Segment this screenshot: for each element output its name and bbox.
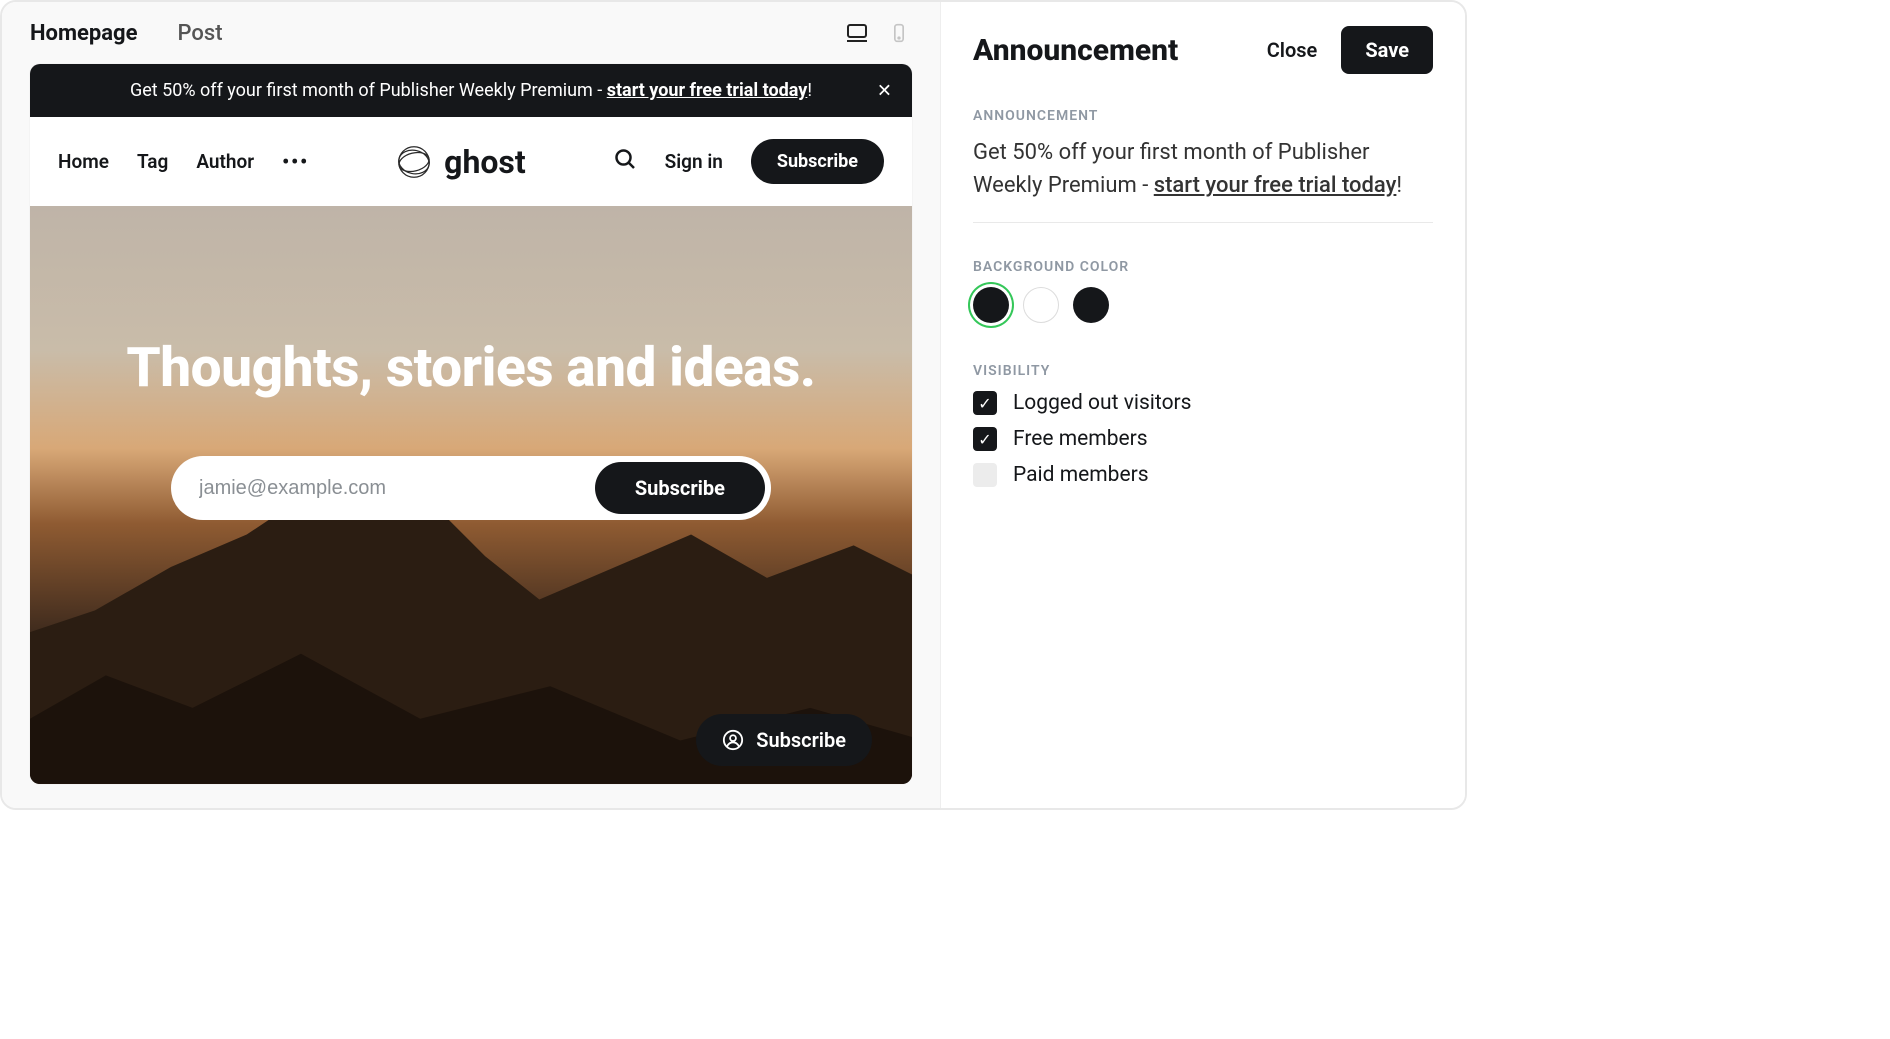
bg-swatch-dark[interactable] bbox=[1073, 287, 1109, 323]
search-icon[interactable] bbox=[613, 147, 637, 176]
visibility-logged-out[interactable]: ✓ Logged out visitors bbox=[973, 391, 1433, 415]
section-label-bg: BACKGROUND COLOR bbox=[973, 259, 1433, 275]
panel-title: Announcement bbox=[973, 33, 1178, 68]
subscribe-button[interactable]: Subscribe bbox=[751, 139, 884, 184]
announcement-link[interactable]: start your free trial today bbox=[607, 80, 808, 101]
subscribe-form: Subscribe bbox=[171, 456, 771, 520]
announcement-editor[interactable]: Get 50% off your first month of Publishe… bbox=[973, 136, 1433, 223]
announcement-text: Get 50% off your first month of Publishe… bbox=[130, 80, 607, 101]
desktop-icon[interactable] bbox=[844, 20, 870, 46]
site-preview: Get 50% off your first month of Publishe… bbox=[30, 64, 912, 784]
visibility-paid-members[interactable]: Paid members bbox=[973, 463, 1433, 487]
close-button[interactable]: Close bbox=[1267, 38, 1318, 62]
checkbox-icon: ✓ bbox=[973, 391, 997, 415]
bg-swatch-accent[interactable] bbox=[973, 287, 1009, 323]
email-input[interactable] bbox=[177, 462, 595, 514]
tab-homepage[interactable]: Homepage bbox=[30, 21, 138, 46]
hero-section: Thoughts, stories and ideas. Subscribe S… bbox=[30, 206, 912, 784]
brand-name: ghost bbox=[444, 143, 526, 181]
bg-swatch-light[interactable] bbox=[1023, 287, 1059, 323]
user-icon bbox=[722, 729, 744, 751]
close-icon[interactable]: ✕ bbox=[877, 80, 892, 101]
announcement-bar: Get 50% off your first month of Publishe… bbox=[30, 64, 912, 117]
nav-tag[interactable]: Tag bbox=[137, 150, 168, 173]
tab-post[interactable]: Post bbox=[178, 21, 223, 46]
hero-headline: Thoughts, stories and ideas. bbox=[126, 336, 815, 400]
visibility-free-members[interactable]: ✓ Free members bbox=[973, 427, 1433, 451]
announcement-editor-link[interactable]: start your free trial today bbox=[1154, 173, 1397, 198]
section-label-visibility: VISIBILITY bbox=[973, 363, 1433, 379]
subscribe-submit-button[interactable]: Subscribe bbox=[595, 462, 765, 514]
visibility-label: Paid members bbox=[1013, 463, 1149, 487]
visibility-label: Free members bbox=[1013, 427, 1148, 451]
mobile-icon[interactable] bbox=[886, 20, 912, 46]
signin-link[interactable]: Sign in bbox=[665, 150, 723, 173]
nav-more-icon[interactable]: ••• bbox=[282, 150, 309, 173]
save-button[interactable]: Save bbox=[1341, 26, 1433, 74]
section-label-announcement: ANNOUNCEMENT bbox=[973, 108, 1433, 124]
checkbox-icon: ✓ bbox=[973, 427, 997, 451]
visibility-label: Logged out visitors bbox=[1013, 391, 1192, 415]
nav-author[interactable]: Author bbox=[196, 150, 254, 173]
nav-home[interactable]: Home bbox=[58, 150, 109, 173]
floating-subscribe-button[interactable]: Subscribe bbox=[696, 714, 872, 766]
checkbox-icon bbox=[973, 463, 997, 487]
site-logo[interactable]: ghost bbox=[396, 143, 526, 181]
